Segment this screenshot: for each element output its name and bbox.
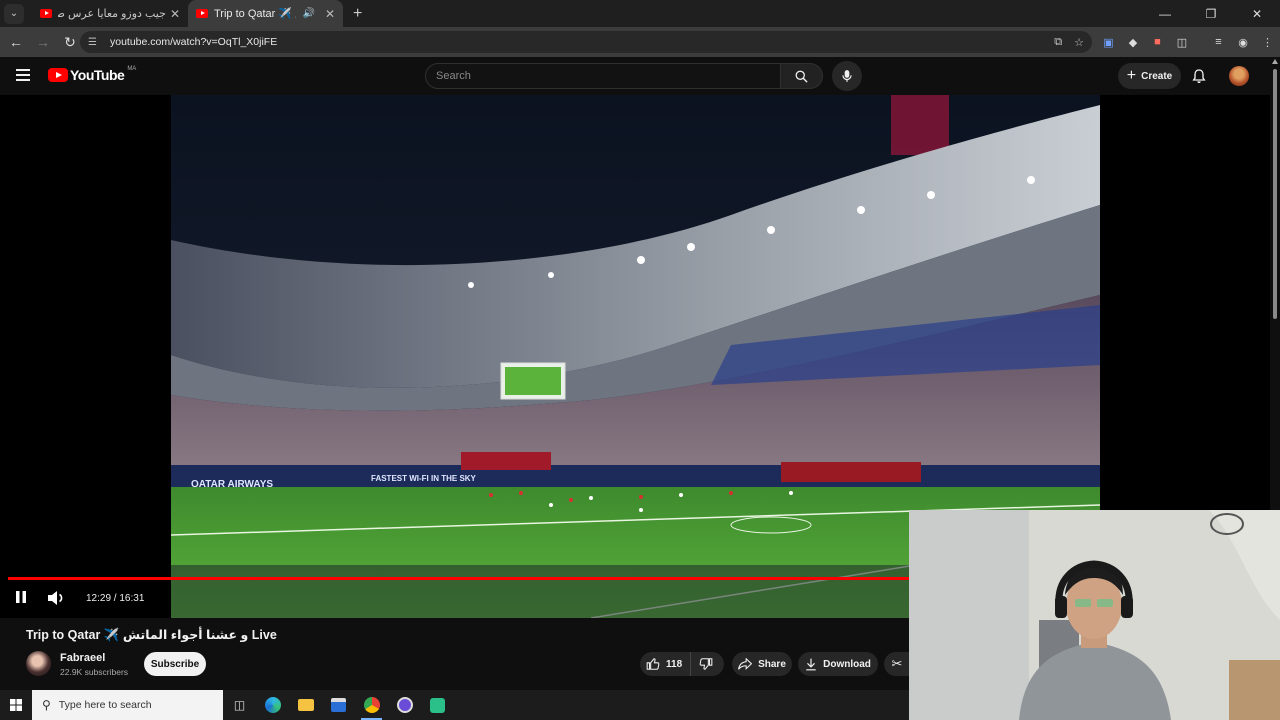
url-text: youtube.com/watch?v=OqTl_X0jiFE — [110, 36, 278, 48]
download-label: Download — [823, 658, 871, 670]
chrome-browser-icon[interactable] — [355, 690, 388, 720]
share-icon — [738, 658, 753, 670]
board-wifi: FASTEST WI-FI IN THE SKY — [371, 474, 477, 483]
forward-icon[interactable]: → — [31, 34, 55, 50]
edge-browser-icon[interactable] — [256, 690, 289, 720]
share-label: Share — [758, 658, 786, 670]
microsoft-store-icon[interactable] — [322, 690, 355, 720]
youtube-header: YouTube MA Search + Create — [0, 57, 1270, 95]
country-code: MA — [127, 66, 137, 72]
minimize-icon[interactable]: — — [1142, 7, 1188, 21]
notifications-bell-icon[interactable] — [1191, 67, 1207, 90]
progress-bar-fill — [8, 577, 957, 580]
close-window-icon[interactable]: ✕ — [1234, 7, 1280, 21]
webcam-person-image — [909, 510, 1280, 720]
account-avatar[interactable] — [1229, 66, 1249, 86]
download-button[interactable]: Download — [798, 652, 878, 676]
translate-extension-icon[interactable]: ▣ — [1097, 36, 1121, 49]
tab-title: جيب دوزو معايا عرس صاحبتي — [58, 8, 166, 20]
search-button[interactable] — [781, 63, 823, 89]
search-icon — [795, 70, 808, 83]
browser-tab-1[interactable]: جيب دوزو معايا عرس صاحبتي ✕ — [32, 0, 188, 27]
taskbar-search-placeholder: Type here to search — [58, 699, 152, 711]
volume-button[interactable] — [47, 590, 65, 606]
youtube-favicon-icon — [196, 9, 208, 18]
close-tab-icon[interactable]: ✕ — [170, 7, 180, 21]
like-dislike-group: 118 — [640, 652, 724, 676]
webcam-overlay — [909, 510, 1280, 720]
close-tab-icon[interactable]: ✕ — [325, 7, 335, 21]
dislike-button[interactable] — [691, 657, 713, 671]
start-button[interactable] — [0, 699, 32, 711]
like-count: 118 — [666, 658, 683, 670]
search-placeholder: Search — [436, 70, 471, 82]
share-button[interactable]: Share — [732, 652, 792, 676]
browser-toolbar: ← → ↻ ☰ youtube.com/watch?v=OqTl_X0jiFE … — [0, 27, 1280, 57]
download-icon — [806, 658, 816, 670]
restore-icon[interactable]: ❐ — [1188, 7, 1234, 21]
reading-list-icon[interactable]: ≡ — [1207, 36, 1231, 48]
window-controls: — ❐ ✕ — [1142, 0, 1280, 27]
youtube-logo[interactable]: YouTube MA — [48, 66, 137, 83]
scroll-up-icon[interactable] — [1272, 59, 1278, 64]
browser-tabstrip: ⌄ جيب دوزو معايا عرس صاحبتي ✕ Trip to Qa… — [0, 0, 1280, 27]
tab-title: Trip to Qatar ✈️ و عشنا أجواء الماتش — [214, 8, 296, 20]
create-label: Create — [1141, 70, 1173, 82]
windows-taskbar: ⚲ Type here to search ◫ — [0, 690, 909, 720]
extensions-area: ▣ ◆ ■ ◫ ≡ ◉ ⋮ — [1097, 27, 1280, 57]
profile-icon[interactable]: ◉ — [1231, 36, 1255, 49]
new-tab-button[interactable]: + — [353, 5, 362, 23]
file-explorer-icon[interactable] — [289, 690, 322, 720]
subscribe-button[interactable]: Subscribe — [144, 652, 206, 676]
video-title: Trip to Qatar ✈️ و عشنا أجواء الماتش Liv… — [26, 628, 277, 642]
search-input[interactable]: Search — [425, 63, 781, 89]
install-app-icon[interactable]: ⧉ — [1054, 36, 1062, 49]
thumbs-down-icon — [699, 658, 713, 670]
pause-icon — [16, 591, 26, 603]
chevron-down-icon: ⌄ — [9, 8, 19, 19]
scrollbar-thumb[interactable] — [1273, 69, 1277, 319]
taskbar-search-box[interactable]: ⚲ Type here to search — [32, 690, 223, 720]
subscriber-count: 22.9K subscribers — [60, 667, 129, 677]
address-bar[interactable]: ☰ youtube.com/watch?v=OqTl_X0jiFE ⧉ ☆ — [80, 31, 1092, 53]
hamburger-menu-icon[interactable] — [16, 69, 30, 84]
youtube-favicon-icon — [40, 9, 52, 18]
task-view-icon[interactable]: ◫ — [223, 690, 256, 720]
thumbs-up-icon — [646, 658, 660, 670]
pause-button[interactable] — [14, 590, 28, 604]
plus-icon: + — [1126, 67, 1137, 84]
site-info-icon[interactable]: ☰ — [88, 37, 100, 48]
bookmark-star-icon[interactable]: ☆ — [1074, 36, 1084, 49]
app-green-icon[interactable] — [421, 690, 454, 720]
create-button[interactable]: + Create — [1118, 63, 1181, 89]
reload-icon[interactable]: ↻ — [58, 34, 82, 51]
tab-search-button[interactable]: ⌄ — [4, 3, 24, 24]
search-icon: ⚲ — [42, 698, 51, 712]
channel-name[interactable]: Fabraeel — [60, 652, 105, 664]
speaker-icon[interactable]: 🔊 — [302, 8, 314, 19]
microphone-icon — [842, 70, 852, 82]
youtube-play-logo-icon — [48, 68, 68, 82]
scissors-icon: ✂ — [891, 656, 903, 671]
clip-button[interactable]: ✂ — [884, 652, 910, 676]
like-button[interactable]: 118 — [640, 652, 692, 676]
extension-red-icon[interactable]: ■ — [1146, 36, 1170, 48]
channel-avatar[interactable] — [26, 651, 51, 676]
obs-recorder-icon[interactable] — [388, 690, 421, 720]
voice-search-button[interactable] — [832, 61, 862, 91]
logo-wordmark: YouTube — [70, 67, 125, 83]
windows-logo-icon — [10, 699, 22, 711]
time-display: 12:29 / 16:31 — [86, 593, 145, 604]
browser-tab-2[interactable]: Trip to Qatar ✈️ و عشنا أجواء الماتش 🔊 ✕ — [188, 0, 343, 27]
browser-menu-icon[interactable]: ⋮ — [1256, 36, 1280, 49]
puzzle-extensions-icon[interactable]: ◫ — [1170, 36, 1194, 49]
extension-diamond-icon[interactable]: ◆ — [1121, 36, 1145, 49]
volume-icon — [48, 591, 63, 605]
back-icon[interactable]: ← — [4, 34, 28, 50]
